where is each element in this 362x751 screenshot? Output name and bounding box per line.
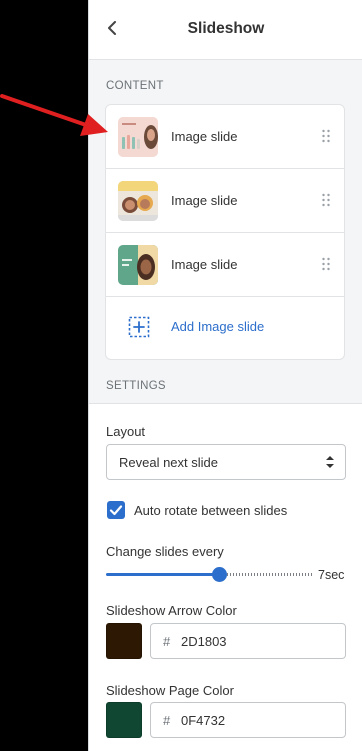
slide-item-1[interactable]: Image slide (106, 105, 344, 169)
annotation-arrow-icon (0, 94, 108, 136)
arrow-color-hex-input[interactable]: # 2D1803 (150, 623, 346, 659)
settings-section-label: SETTINGS (106, 380, 166, 392)
layout-select-value: Reveal next slide (119, 455, 218, 470)
slide-label: Image slide (171, 193, 238, 208)
add-section-icon (128, 316, 150, 338)
page-color-hex-input[interactable]: # 0F4732 (150, 702, 346, 738)
arrow-color-swatch[interactable] (106, 623, 142, 659)
hex-value: 2D1803 (181, 634, 227, 649)
add-image-slide-button[interactable]: Add Image slide (106, 297, 344, 359)
content-section-label: CONTENT (106, 80, 164, 92)
page-title: Slideshow (187, 20, 265, 37)
panel-header: Slideshow (89, 0, 362, 60)
slide-thumbnail (118, 245, 158, 285)
slider-thumb[interactable] (211, 567, 227, 582)
select-arrows-icon (325, 454, 335, 470)
change-slides-label: Change slides every (106, 544, 224, 559)
slide-thumbnail (118, 181, 158, 221)
slide-item-2[interactable]: Image slide (106, 169, 344, 233)
auto-rotate-label: Auto rotate between slides (134, 503, 288, 518)
drag-handle-icon[interactable] (321, 193, 331, 207)
add-image-slide-label: Add Image slide (171, 319, 265, 334)
slide-label: Image slide (171, 257, 238, 272)
slide-item-3[interactable]: Image slide (106, 233, 344, 297)
slider-track-rest (226, 573, 312, 576)
hex-value: 0F4732 (181, 713, 226, 728)
content-card: Image slide Image slide Image slide Add … (105, 104, 345, 360)
slider-track-filled (106, 573, 219, 576)
change-slides-slider[interactable] (106, 566, 312, 584)
hex-prefix: # (163, 634, 171, 649)
layout-select[interactable]: Reveal next slide (106, 444, 346, 480)
slideshow-settings-panel: Slideshow CONTENT Image slide Image slid… (88, 0, 362, 751)
hex-prefix: # (163, 713, 171, 728)
slide-label: Image slide (171, 129, 238, 144)
page-color-label: Slideshow Page Color (106, 683, 234, 698)
slide-thumbnail (118, 117, 158, 157)
auto-rotate-checkbox[interactable] (107, 501, 125, 519)
page-color-swatch[interactable] (106, 702, 142, 738)
drag-handle-icon[interactable] (321, 257, 331, 271)
arrow-color-label: Slideshow Arrow Color (106, 603, 237, 618)
drag-handle-icon[interactable] (321, 129, 331, 143)
change-slides-value: 7sec (318, 568, 345, 582)
layout-label: Layout (106, 424, 146, 439)
checkmark-icon (107, 505, 125, 523)
